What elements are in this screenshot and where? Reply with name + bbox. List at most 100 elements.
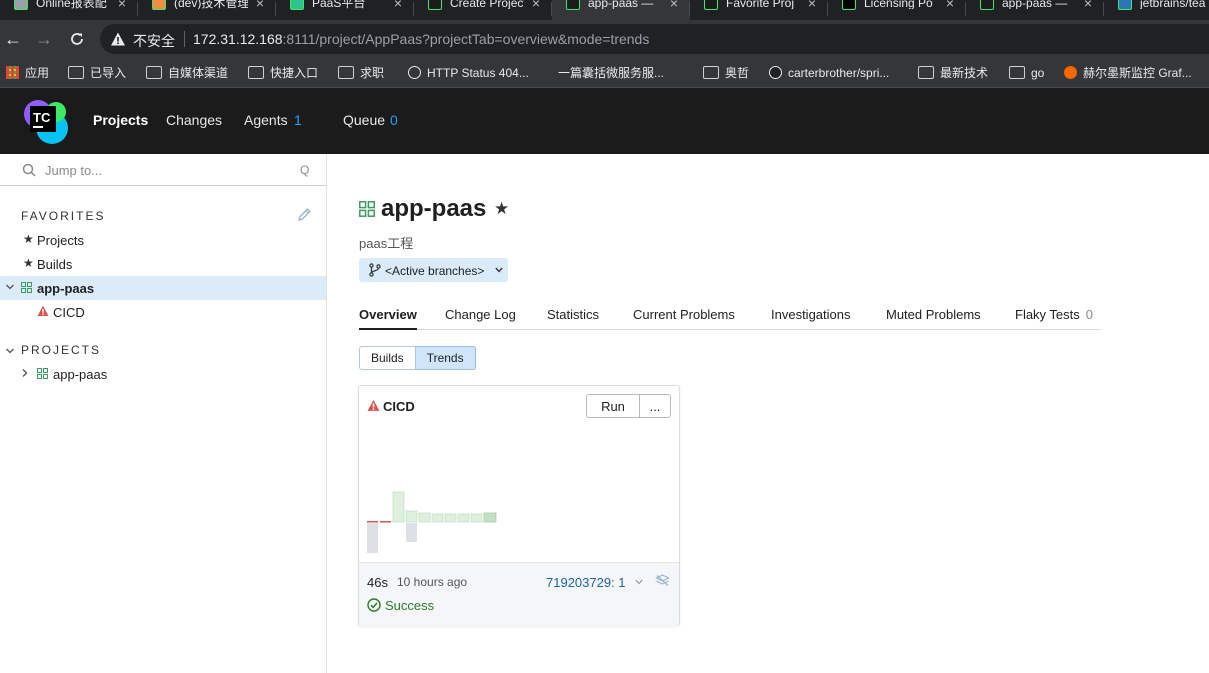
favorite-star-icon[interactable]: ★: [494, 199, 509, 219]
sidebar-projects-item-label: app-paas: [53, 367, 108, 382]
trend-bar[interactable]: [418, 512, 431, 523]
favorite-item-label: Builds: [37, 257, 73, 272]
chevron-down-icon[interactable]: [5, 282, 15, 292]
trend-bar[interactable]: [470, 513, 483, 523]
reload-icon[interactable]: [66, 28, 88, 50]
trend-bar[interactable]: [457, 513, 470, 523]
bookmark-item[interactable]: go: [1009, 65, 1044, 81]
browser-tab[interactable]: jetbrains/tea×: [1104, 0, 1209, 20]
browser-tab[interactable]: Online报表配 ×: [0, 0, 138, 20]
bookmark-item[interactable]: 自媒体渠道: [146, 65, 228, 81]
sidebar-build-config-cicd[interactable]: CICD: [0, 300, 326, 324]
close-tab-icon[interactable]: ×: [256, 0, 264, 10]
tab-current-problems[interactable]: Current Problems: [633, 307, 735, 330]
tab-statistics[interactable]: Statistics: [547, 307, 599, 330]
browser-tab[interactable]: (dev)技术管理 ×: [138, 0, 276, 20]
build-status-text[interactable]: Success: [385, 598, 434, 613]
browser-tab[interactable]: Create Project ×: [414, 0, 552, 20]
bookmark-item[interactable]: 奥哲: [703, 65, 749, 81]
build-number-link[interactable]: 719203729: 1: [546, 575, 626, 590]
trend-bar[interactable]: [392, 491, 405, 523]
run-button[interactable]: Run: [586, 394, 640, 418]
bookmark-item[interactable]: 赫尔墨斯监控 Graf...: [1064, 65, 1192, 81]
bookmark-item[interactable]: carterbrother/spri...: [769, 65, 889, 81]
bookmark-item[interactable]: 一篇囊括微服务服...: [558, 65, 664, 81]
close-tab-icon[interactable]: ×: [808, 0, 816, 10]
browser-tab[interactable]: app-paas — ×: [966, 0, 1104, 20]
nav-projects[interactable]: Projects: [93, 112, 148, 128]
bookmark-label: 奥哲: [725, 66, 750, 80]
close-tab-icon[interactable]: ×: [1084, 0, 1092, 10]
nav-queue[interactable]: Queue: [343, 112, 385, 128]
browser-tab[interactable]: PaaS平台 ×: [276, 0, 414, 20]
logo-text: TC: [33, 110, 51, 125]
teamcity-header: TC Projects Changes Agents 1 Queue 0: [0, 88, 1209, 154]
jetbrains-icon: [842, 0, 856, 10]
trend-duration-bar: [367, 523, 378, 553]
url-host: 172.31.12.168: [193, 31, 283, 47]
branch-selector[interactable]: <Active branches>: [359, 258, 508, 282]
chevron-down-icon[interactable]: [635, 579, 643, 585]
trend-bar[interactable]: [380, 521, 391, 523]
bookmark-label: 已导入: [90, 66, 127, 80]
chevron-down-icon[interactable]: [5, 346, 15, 356]
bookmark-item[interactable]: 求职: [338, 65, 384, 81]
jump-to-input[interactable]: [45, 160, 285, 180]
tab-change-log[interactable]: Change Log: [445, 307, 516, 330]
tab-investigations[interactable]: Investigations: [771, 307, 851, 330]
back-icon[interactable]: ←: [2, 28, 24, 50]
tab-flaky-tests-label: Flaky Tests: [1015, 307, 1080, 322]
trend-bar[interactable]: [444, 513, 457, 523]
folder-icon: [338, 66, 354, 79]
browser-tab[interactable]: Favorite Proj ×: [690, 0, 828, 20]
tab-flaky-tests[interactable]: Flaky Tests 0: [1015, 307, 1093, 330]
trend-bar[interactable]: [431, 513, 444, 523]
close-tab-icon[interactable]: ×: [946, 0, 954, 10]
favorite-item-builds[interactable]: ★ Builds: [0, 252, 326, 276]
bookmark-item[interactable]: 已导入: [68, 65, 126, 81]
close-tab-icon[interactable]: ×: [532, 0, 540, 10]
last-build-summary: 46s 10 hours ago 719203729: 1 Success: [359, 562, 679, 626]
nav-changes[interactable]: Changes: [166, 112, 222, 128]
teamcity-logo-icon[interactable]: TC: [22, 98, 70, 146]
teamcity-icon: [428, 0, 442, 10]
trend-bar[interactable]: [367, 521, 378, 523]
globe-icon: [14, 0, 28, 10]
close-tab-icon[interactable]: ×: [118, 0, 126, 10]
trend-bar-latest[interactable]: [483, 512, 497, 523]
tab-overview[interactable]: Overview: [359, 307, 417, 330]
build-trend-chart[interactable]: [367, 481, 497, 556]
address-bar[interactable]: 不安全 172.31.12.168:8111/project/AppPaas?p…: [100, 24, 1209, 54]
chevron-right-icon[interactable]: [20, 368, 30, 378]
bookmark-item[interactable]: 快捷入口: [248, 65, 318, 81]
bookmark-label: carterbrother/spri...: [788, 66, 890, 80]
folder-icon: [248, 66, 264, 79]
close-tab-icon[interactable]: ×: [394, 0, 402, 10]
close-tab-icon[interactable]: ×: [670, 0, 678, 10]
layers-icon[interactable]: [655, 573, 670, 588]
sidebar-project-app-paas-selected[interactable]: app-paas: [0, 276, 326, 300]
builds-view-button[interactable]: Builds: [359, 346, 416, 370]
url-text[interactable]: 172.31.12.168:8111/project/AppPaas?proje…: [193, 31, 649, 47]
flaky-tests-count: 0: [1085, 307, 1094, 322]
sidebar-projects-item-app-paas[interactable]: app-paas: [0, 362, 326, 386]
page-title: app-paas: [381, 195, 487, 222]
edit-favorites-icon[interactable]: [297, 207, 312, 222]
folder-icon: [1009, 66, 1025, 79]
favorite-item-projects[interactable]: ★ Projects: [0, 228, 326, 252]
trend-bar[interactable]: [405, 510, 418, 523]
forward-icon[interactable]: →: [33, 28, 55, 50]
tab-muted-problems[interactable]: Muted Problems: [886, 307, 981, 330]
build-config-title[interactable]: CICD: [383, 399, 415, 414]
trends-view-button[interactable]: Trends: [415, 346, 476, 370]
browser-tab[interactable]: Licensing Po ×: [828, 0, 966, 20]
browser-tab[interactable]: app-paas — ×: [552, 0, 690, 20]
agents-count-badge: 1: [294, 112, 302, 128]
run-options-button[interactable]: ...: [639, 394, 671, 418]
bookmark-item[interactable]: HTTP Status 404...: [408, 65, 529, 81]
nav-agents[interactable]: Agents: [244, 112, 288, 128]
build-config-card: CICD Run ... 46s 10 hours ago 719203729:…: [358, 385, 680, 626]
projects-heading: PROJECTS: [21, 343, 102, 357]
bookmark-item[interactable]: 应用: [6, 65, 49, 81]
bookmark-item[interactable]: 最新技术: [918, 65, 988, 81]
